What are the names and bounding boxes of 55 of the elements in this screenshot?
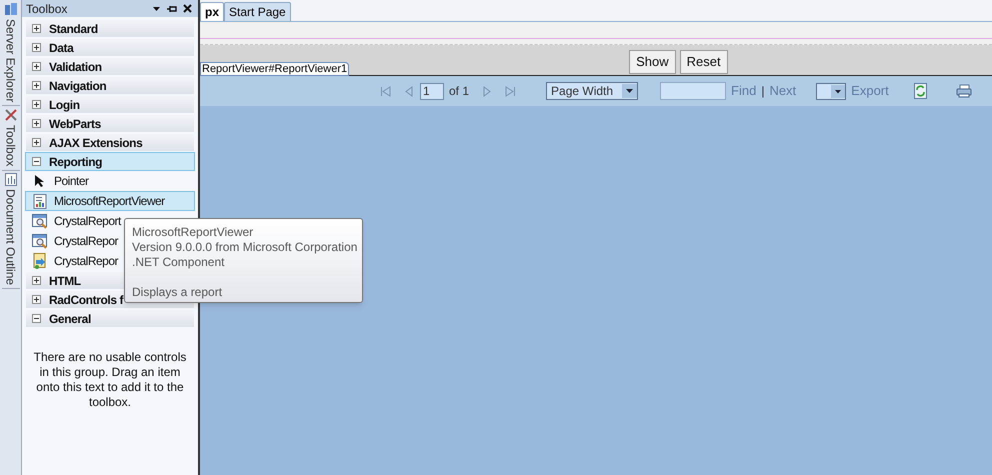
refresh-icon[interactable] [914,83,927,99]
group-header[interactable]: AJAX Extensions [25,133,195,152]
expand-icon[interactable] [32,138,41,147]
report-icon [33,194,47,208]
group-header[interactable]: Validation [25,57,195,76]
panel-title: Toolbox [26,0,68,18]
expand-icon[interactable] [32,295,41,304]
group-header[interactable]: General [25,309,195,328]
expand-icon[interactable] [32,43,41,52]
page-number-field[interactable]: 1 [420,82,444,100]
dropdown-icon[interactable] [152,6,161,12]
caret-icon [622,84,638,98]
window-magnifier-icon [32,234,48,248]
toolbox-item[interactable]: MicrosoftReportViewer [25,191,195,211]
expand-icon[interactable] [32,62,41,71]
document-tab[interactable]: Start Page [224,2,291,21]
outline-icon [4,172,16,186]
collapse-icon[interactable] [32,314,41,323]
separator-text: | [761,83,764,100]
empty-group-message: There are no usable controls in this group. Drag an item onto this text to add it to the toolbox. [32,349,188,410]
print-icon[interactable] [956,84,972,98]
action-button[interactable]: Reset [680,50,728,74]
server-icon [4,2,18,16]
zoom-dropdown[interactable]: Page Width [546,82,638,100]
tooltip-line: MicrosoftReportViewer [132,225,254,240]
window-magnifier-icon [32,214,48,228]
close-icon[interactable] [183,4,192,13]
expand-icon[interactable] [32,24,41,33]
side-tab[interactable]: Toolbox [2,108,20,171]
expand-icon[interactable] [32,276,41,285]
tools-icon [4,108,18,122]
group-header[interactable]: Data [25,38,195,57]
expand-icon[interactable] [32,81,41,90]
group-header[interactable]: WebParts [25,114,195,133]
expand-icon[interactable] [32,100,41,109]
group-header[interactable]: Reporting [25,152,195,171]
control-tag: ReportViewer#ReportViewer1 [200,62,350,76]
caret-icon [831,84,846,98]
document-tab[interactable]: px [200,2,224,21]
group-header[interactable]: Standard [25,19,195,38]
group-header[interactable]: Login [25,95,195,114]
find-field[interactable] [660,82,726,100]
group-header[interactable]: Navigation [25,76,195,95]
side-tab[interactable]: Server Explorer [2,2,20,106]
tooltip-line: .NET Component [132,255,226,270]
tooltip-line: Version 9.0.0.0 from Microsoft Corporation [132,240,355,255]
export-dropdown[interactable] [816,82,846,100]
side-tab[interactable]: Document Outline [2,172,20,289]
page-count: of 1 [449,83,470,100]
toolbox-item[interactable]: Pointer [25,171,195,191]
pin-icon[interactable] [167,4,177,12]
expand-icon[interactable] [32,119,41,128]
collapse-icon[interactable] [32,157,41,166]
pointer-icon [34,174,46,188]
action-button[interactable]: Show [629,50,676,74]
